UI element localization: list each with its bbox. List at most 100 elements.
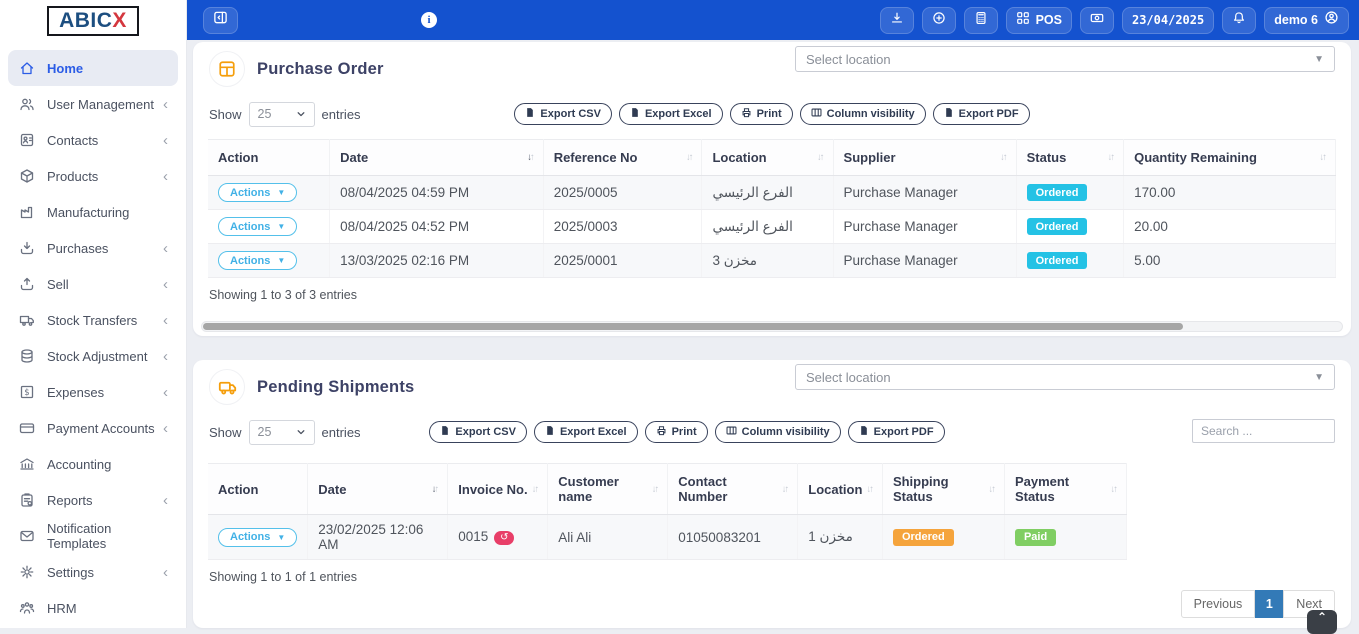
user-circle-icon [1324, 10, 1339, 30]
col-date[interactable]: Date↓↑ [330, 140, 544, 176]
col-action[interactable]: Action [208, 140, 330, 176]
section-title: Pending Shipments [257, 378, 414, 397]
sort-icon: ↓↑ [866, 484, 872, 495]
scrollbar-thumb[interactable] [203, 323, 1183, 330]
sidebar-item-user-management[interactable]: User Management ‹ [8, 86, 178, 122]
col-status[interactable]: Status↓↑ [1016, 140, 1124, 176]
sidebar-item-reports[interactable]: Reports ‹ [8, 482, 178, 518]
user-label: demo 6 [1274, 13, 1318, 27]
download-button[interactable] [880, 7, 914, 34]
entries-summary: Showing 1 to 1 of 1 entries [209, 570, 1335, 584]
date-button[interactable]: 23/04/2025 [1122, 7, 1214, 34]
col-action[interactable]: Action [208, 464, 308, 515]
sidebar-item-stock-transfers[interactable]: Stock Transfers ‹ [8, 302, 178, 338]
info-icon[interactable]: i [421, 12, 437, 28]
sidebar-item-hrm[interactable]: HRM [8, 590, 178, 626]
actions-button[interactable]: Actions▼ [218, 183, 297, 202]
sort-icon: ↓↑ [532, 484, 538, 495]
col-supplier[interactable]: Supplier↓↑ [833, 140, 1016, 176]
chevron-left-icon: ‹ [163, 313, 168, 328]
envelope-icon [18, 528, 35, 545]
export-excel-button[interactable]: Export Excel [619, 103, 723, 125]
sort-icon: ↓↑ [1000, 152, 1006, 163]
column-visibility-button[interactable]: Column visibility [800, 103, 926, 125]
chevron-up-icon: ⌃ [1317, 610, 1327, 624]
home-icon [18, 60, 35, 77]
people-group-icon [18, 600, 35, 617]
actions-button[interactable]: Actions▼ [218, 251, 297, 270]
print-button[interactable]: Print [730, 103, 793, 125]
status-badge: Ordered [1027, 252, 1088, 269]
export-excel-button[interactable]: Export Excel [534, 421, 638, 443]
bell-icon [1232, 11, 1246, 30]
sidebar-item-contacts[interactable]: Contacts ‹ [8, 122, 178, 158]
pos-button[interactable]: POS [1006, 7, 1072, 34]
sidebar-item-purchases[interactable]: Purchases ‹ [8, 230, 178, 266]
export-pdf-button[interactable]: Export PDF [848, 421, 945, 443]
print-button[interactable]: Print [645, 421, 708, 443]
sidebar-item-manufacturing[interactable]: Manufacturing [8, 194, 178, 230]
column-visibility-button[interactable]: Column visibility [715, 421, 841, 443]
add-button[interactable] [922, 7, 956, 34]
chevron-left-icon: ‹ [163, 277, 168, 292]
return-icon[interactable]: ↺ [494, 531, 514, 545]
status-badge: Ordered [1027, 218, 1088, 235]
col-customer-name[interactable]: Customer name↓↑ [548, 464, 668, 515]
scroll-to-top-button[interactable]: ⌃ [1307, 610, 1337, 634]
shipping-status-badge: Ordered [893, 529, 954, 546]
cash-register-button[interactable] [1080, 7, 1114, 34]
sidebar-toggle-button[interactable] [203, 7, 238, 34]
sidebar-item-products[interactable]: Products ‹ [8, 158, 178, 194]
sidebar-item-settings[interactable]: Settings ‹ [8, 554, 178, 590]
address-card-icon [18, 132, 35, 149]
sidebar-item-expenses[interactable]: $ Expenses ‹ [8, 374, 178, 410]
current-date: 23/04/2025 [1132, 13, 1204, 27]
credit-card-icon [18, 420, 35, 437]
export-buttons: Export CSV Export Excel Print Column vis… [193, 421, 1181, 443]
col-date[interactable]: Date↓↑ [308, 464, 448, 515]
export-csv-button[interactable]: Export CSV [514, 103, 612, 125]
page-number-button[interactable]: 1 [1255, 590, 1283, 618]
sidebar-item-sell[interactable]: Sell ‹ [8, 266, 178, 302]
purchase-order-table: Action Date↓↑ Reference No↓↑ Location↓↑ … [208, 139, 1336, 278]
sidebar-item-home[interactable]: Home [8, 50, 178, 86]
col-location[interactable]: Location↓↑ [702, 140, 833, 176]
location-select[interactable]: Select location ▼ [795, 46, 1335, 72]
purchase-order-icon [209, 51, 245, 87]
notifications-button[interactable] [1222, 7, 1256, 34]
col-payment-status[interactable]: Payment Status↓↑ [1004, 464, 1126, 515]
previous-page-button[interactable]: Previous [1181, 590, 1256, 618]
actions-button[interactable]: Actions▼ [218, 217, 297, 236]
sidebar: ABICX Home User Management ‹ Contacts ‹ … [0, 0, 187, 628]
search-input[interactable] [1192, 419, 1335, 443]
svg-text:$: $ [24, 388, 29, 398]
file-icon [525, 107, 535, 121]
sidebar-item-stock-adjustment[interactable]: Stock Adjustment ‹ [8, 338, 178, 374]
calculator-button[interactable] [964, 7, 998, 34]
sidebar-item-payment-accounts[interactable]: Payment Accounts ‹ [8, 410, 178, 446]
col-invoice-no[interactable]: Invoice No.↓↑ [448, 464, 548, 515]
col-quantity-remaining[interactable]: Quantity Remaining↓↑ [1124, 140, 1336, 176]
export-pdf-button[interactable]: Export PDF [933, 103, 1030, 125]
chevron-left-icon: ‹ [163, 493, 168, 508]
logo[interactable]: ABICX [0, 0, 186, 42]
logo-accent: X [112, 9, 127, 32]
calculator-icon [974, 11, 988, 30]
chevron-left-icon: ‹ [163, 421, 168, 436]
sort-icon: ↓↑ [782, 484, 788, 495]
table-columns-icon [811, 107, 822, 121]
col-contact-number[interactable]: Contact Number↓↑ [668, 464, 798, 515]
chevron-down-icon: ▼ [1314, 54, 1324, 65]
users-icon [18, 96, 35, 113]
sidebar-item-notification-templates[interactable]: Notification Templates [8, 518, 178, 554]
download-icon [890, 11, 904, 30]
sidebar-item-accounting[interactable]: Accounting [8, 446, 178, 482]
actions-button[interactable]: Actions▼ [218, 528, 297, 547]
location-select[interactable]: Select location ▼ [795, 364, 1335, 390]
user-menu-button[interactable]: demo 6 [1264, 7, 1349, 34]
file-icon [440, 425, 450, 439]
col-shipping-status[interactable]: Shipping Status↓↑ [882, 464, 1004, 515]
col-location[interactable]: Location↓↑ [798, 464, 883, 515]
export-csv-button[interactable]: Export CSV [429, 421, 527, 443]
col-reference-no[interactable]: Reference No↓↑ [543, 140, 702, 176]
